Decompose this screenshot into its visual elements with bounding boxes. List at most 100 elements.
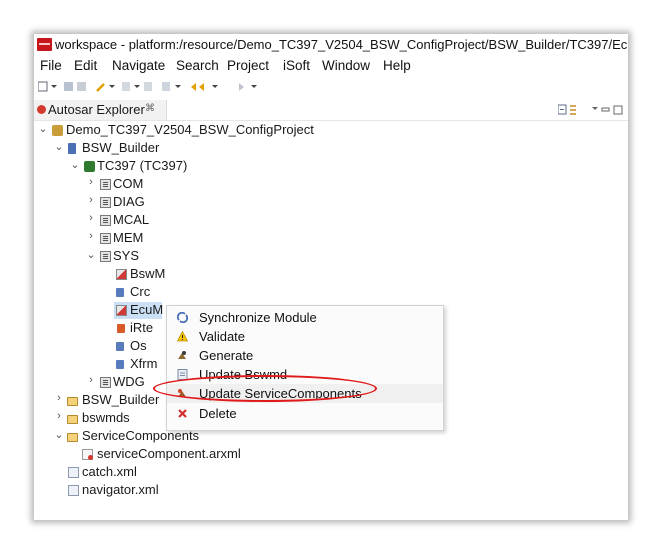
folder-icon bbox=[67, 415, 78, 424]
ide-window: workspace - platform:/resource/Demo_TC39… bbox=[34, 34, 628, 520]
tab-autosar-explorer[interactable]: Autosar Explorer ⌘ bbox=[34, 100, 167, 120]
tree-item-label: MEM bbox=[113, 230, 144, 245]
collapse-chevron-icon[interactable]: ⌄ bbox=[54, 140, 64, 153]
arxml-file-icon bbox=[82, 449, 93, 460]
bsw-builder-icon bbox=[68, 143, 76, 154]
package-icon bbox=[100, 377, 111, 388]
module-config-icon bbox=[116, 305, 127, 316]
collapse-chevron-icon[interactable]: ⌄ bbox=[70, 158, 80, 171]
toolbar bbox=[34, 77, 628, 97]
forward-icon[interactable] bbox=[234, 81, 264, 92]
package-icon bbox=[100, 233, 111, 244]
expand-chevron-icon[interactable]: › bbox=[86, 374, 96, 386]
tree-item-label: DIAG bbox=[113, 194, 145, 209]
folder-open-icon bbox=[67, 433, 78, 442]
expand-chevron-icon[interactable]: › bbox=[86, 194, 96, 206]
tree-item-label: TC397 (TC397) bbox=[97, 158, 188, 173]
folder-icon bbox=[67, 397, 78, 406]
tree-item-label: navigator.xml bbox=[82, 482, 159, 497]
tree-item-label: Os bbox=[130, 338, 147, 353]
delete-icon bbox=[178, 409, 187, 418]
view-tab-bar: Autosar Explorer ⌘ bbox=[34, 100, 628, 121]
view-menu-icon[interactable] bbox=[592, 107, 598, 110]
expand-chevron-icon[interactable]: › bbox=[54, 410, 64, 422]
window-title: workspace - platform:/resource/Demo_TC39… bbox=[55, 37, 628, 52]
menu-project[interactable]: Project bbox=[227, 58, 269, 73]
maximize-icon[interactable] bbox=[613, 105, 623, 115]
menu-item-label: Generate bbox=[199, 348, 254, 363]
tree-item-ecum[interactable]: EcuM bbox=[114, 302, 164, 319]
menu-item-validate[interactable]: Validate bbox=[167, 327, 443, 346]
annotation-highlight-ellipse bbox=[153, 375, 377, 402]
minimize-icon[interactable] bbox=[601, 107, 610, 112]
tree-item-label: BSW_Builder bbox=[82, 392, 160, 407]
menu-item-label: Validate bbox=[199, 329, 246, 344]
collapse-all-icon[interactable] bbox=[558, 104, 567, 115]
tree-item-label: EcuM bbox=[130, 302, 164, 317]
collapse-chevron-icon[interactable]: ⌄ bbox=[54, 428, 64, 441]
app-logo-icon bbox=[37, 38, 52, 51]
back-icon[interactable] bbox=[190, 81, 230, 92]
tree-item-label: MCAL bbox=[113, 212, 150, 227]
tree-item-label: Xfrm bbox=[130, 356, 158, 371]
module-icon bbox=[116, 342, 124, 351]
menu-item-label: Delete bbox=[199, 406, 237, 421]
ecu-icon bbox=[84, 161, 95, 172]
menu-window[interactable]: Window bbox=[322, 58, 370, 73]
annotation-nav-icon[interactable] bbox=[162, 81, 184, 92]
tree-item-label: serviceComponent.arxml bbox=[97, 446, 241, 461]
module-config-icon bbox=[116, 269, 127, 280]
tree-item-label: Demo_TC397_V2504_BSW_ConfigProject bbox=[66, 122, 314, 137]
tree-item-label: BswM bbox=[130, 266, 166, 281]
menu-file[interactable]: File bbox=[40, 58, 62, 73]
context-menu: Synchronize Module Validate Generate Upd… bbox=[166, 305, 444, 431]
tree-item-label: iRte bbox=[130, 320, 154, 335]
collapse-chevron-icon[interactable]: ⌄ bbox=[86, 248, 96, 261]
menu-bar: File Edit Navigate Search Project iSoft … bbox=[34, 56, 628, 76]
menu-help[interactable]: Help bbox=[383, 58, 411, 73]
menu-item-delete[interactable]: Delete bbox=[167, 404, 443, 423]
expand-chevron-icon[interactable]: › bbox=[86, 230, 96, 242]
package-icon bbox=[100, 179, 111, 190]
wrench-icon[interactable] bbox=[96, 81, 118, 92]
module-icon bbox=[116, 360, 124, 369]
tree-item-label: bswmds bbox=[82, 410, 130, 425]
menu-isoft[interactable]: iSoft bbox=[283, 58, 310, 73]
menu-item-generate[interactable]: Generate bbox=[167, 346, 443, 365]
xml-file-icon bbox=[68, 485, 79, 496]
title-bar: workspace - platform:/resource/Demo_TC39… bbox=[34, 34, 628, 56]
package-icon bbox=[100, 197, 111, 208]
menu-search[interactable]: Search bbox=[176, 58, 219, 73]
sync-icon bbox=[177, 312, 188, 323]
menu-item-synchronize-module[interactable]: Synchronize Module bbox=[167, 308, 443, 327]
warning-icon bbox=[177, 331, 188, 342]
tree-item-label: COM bbox=[113, 176, 144, 191]
link-editor-icon[interactable] bbox=[570, 105, 576, 115]
expand-chevron-icon[interactable]: › bbox=[54, 392, 64, 404]
tree-item-label: catch.xml bbox=[82, 464, 137, 479]
expand-chevron-icon[interactable]: › bbox=[86, 176, 96, 188]
save-icon[interactable] bbox=[64, 81, 92, 92]
xml-file-icon bbox=[68, 467, 79, 478]
menu-edit[interactable]: Edit bbox=[74, 58, 97, 73]
new-file-icon[interactable] bbox=[38, 81, 60, 92]
tree-item-label: Crc bbox=[130, 284, 151, 299]
package-icon bbox=[100, 215, 111, 226]
tree-item-label: BSW_Builder bbox=[82, 140, 160, 155]
project-icon bbox=[52, 125, 63, 136]
view-toolbar bbox=[558, 104, 623, 115]
explorer-tree: ⌄ Demo_TC397_V2504_BSW_ConfigProject ⌄ B… bbox=[34, 120, 628, 520]
menu-item-label: Synchronize Module bbox=[199, 310, 317, 325]
tab-label: Autosar Explorer bbox=[48, 102, 145, 117]
tree-item-label: WDG bbox=[113, 374, 145, 389]
expand-chevron-icon[interactable]: › bbox=[86, 212, 96, 224]
navigate-tools-icon[interactable] bbox=[122, 81, 156, 92]
module-icon bbox=[116, 288, 124, 297]
generate-icon bbox=[178, 351, 186, 359]
tree-item-label: SYS bbox=[113, 248, 140, 263]
autosar-explorer-icon bbox=[37, 105, 46, 114]
menu-navigate[interactable]: Navigate bbox=[112, 58, 165, 73]
close-icon[interactable]: ⌘ bbox=[145, 103, 155, 114]
collapse-chevron-icon[interactable]: ⌄ bbox=[38, 122, 48, 135]
rte-icon bbox=[117, 324, 125, 333]
